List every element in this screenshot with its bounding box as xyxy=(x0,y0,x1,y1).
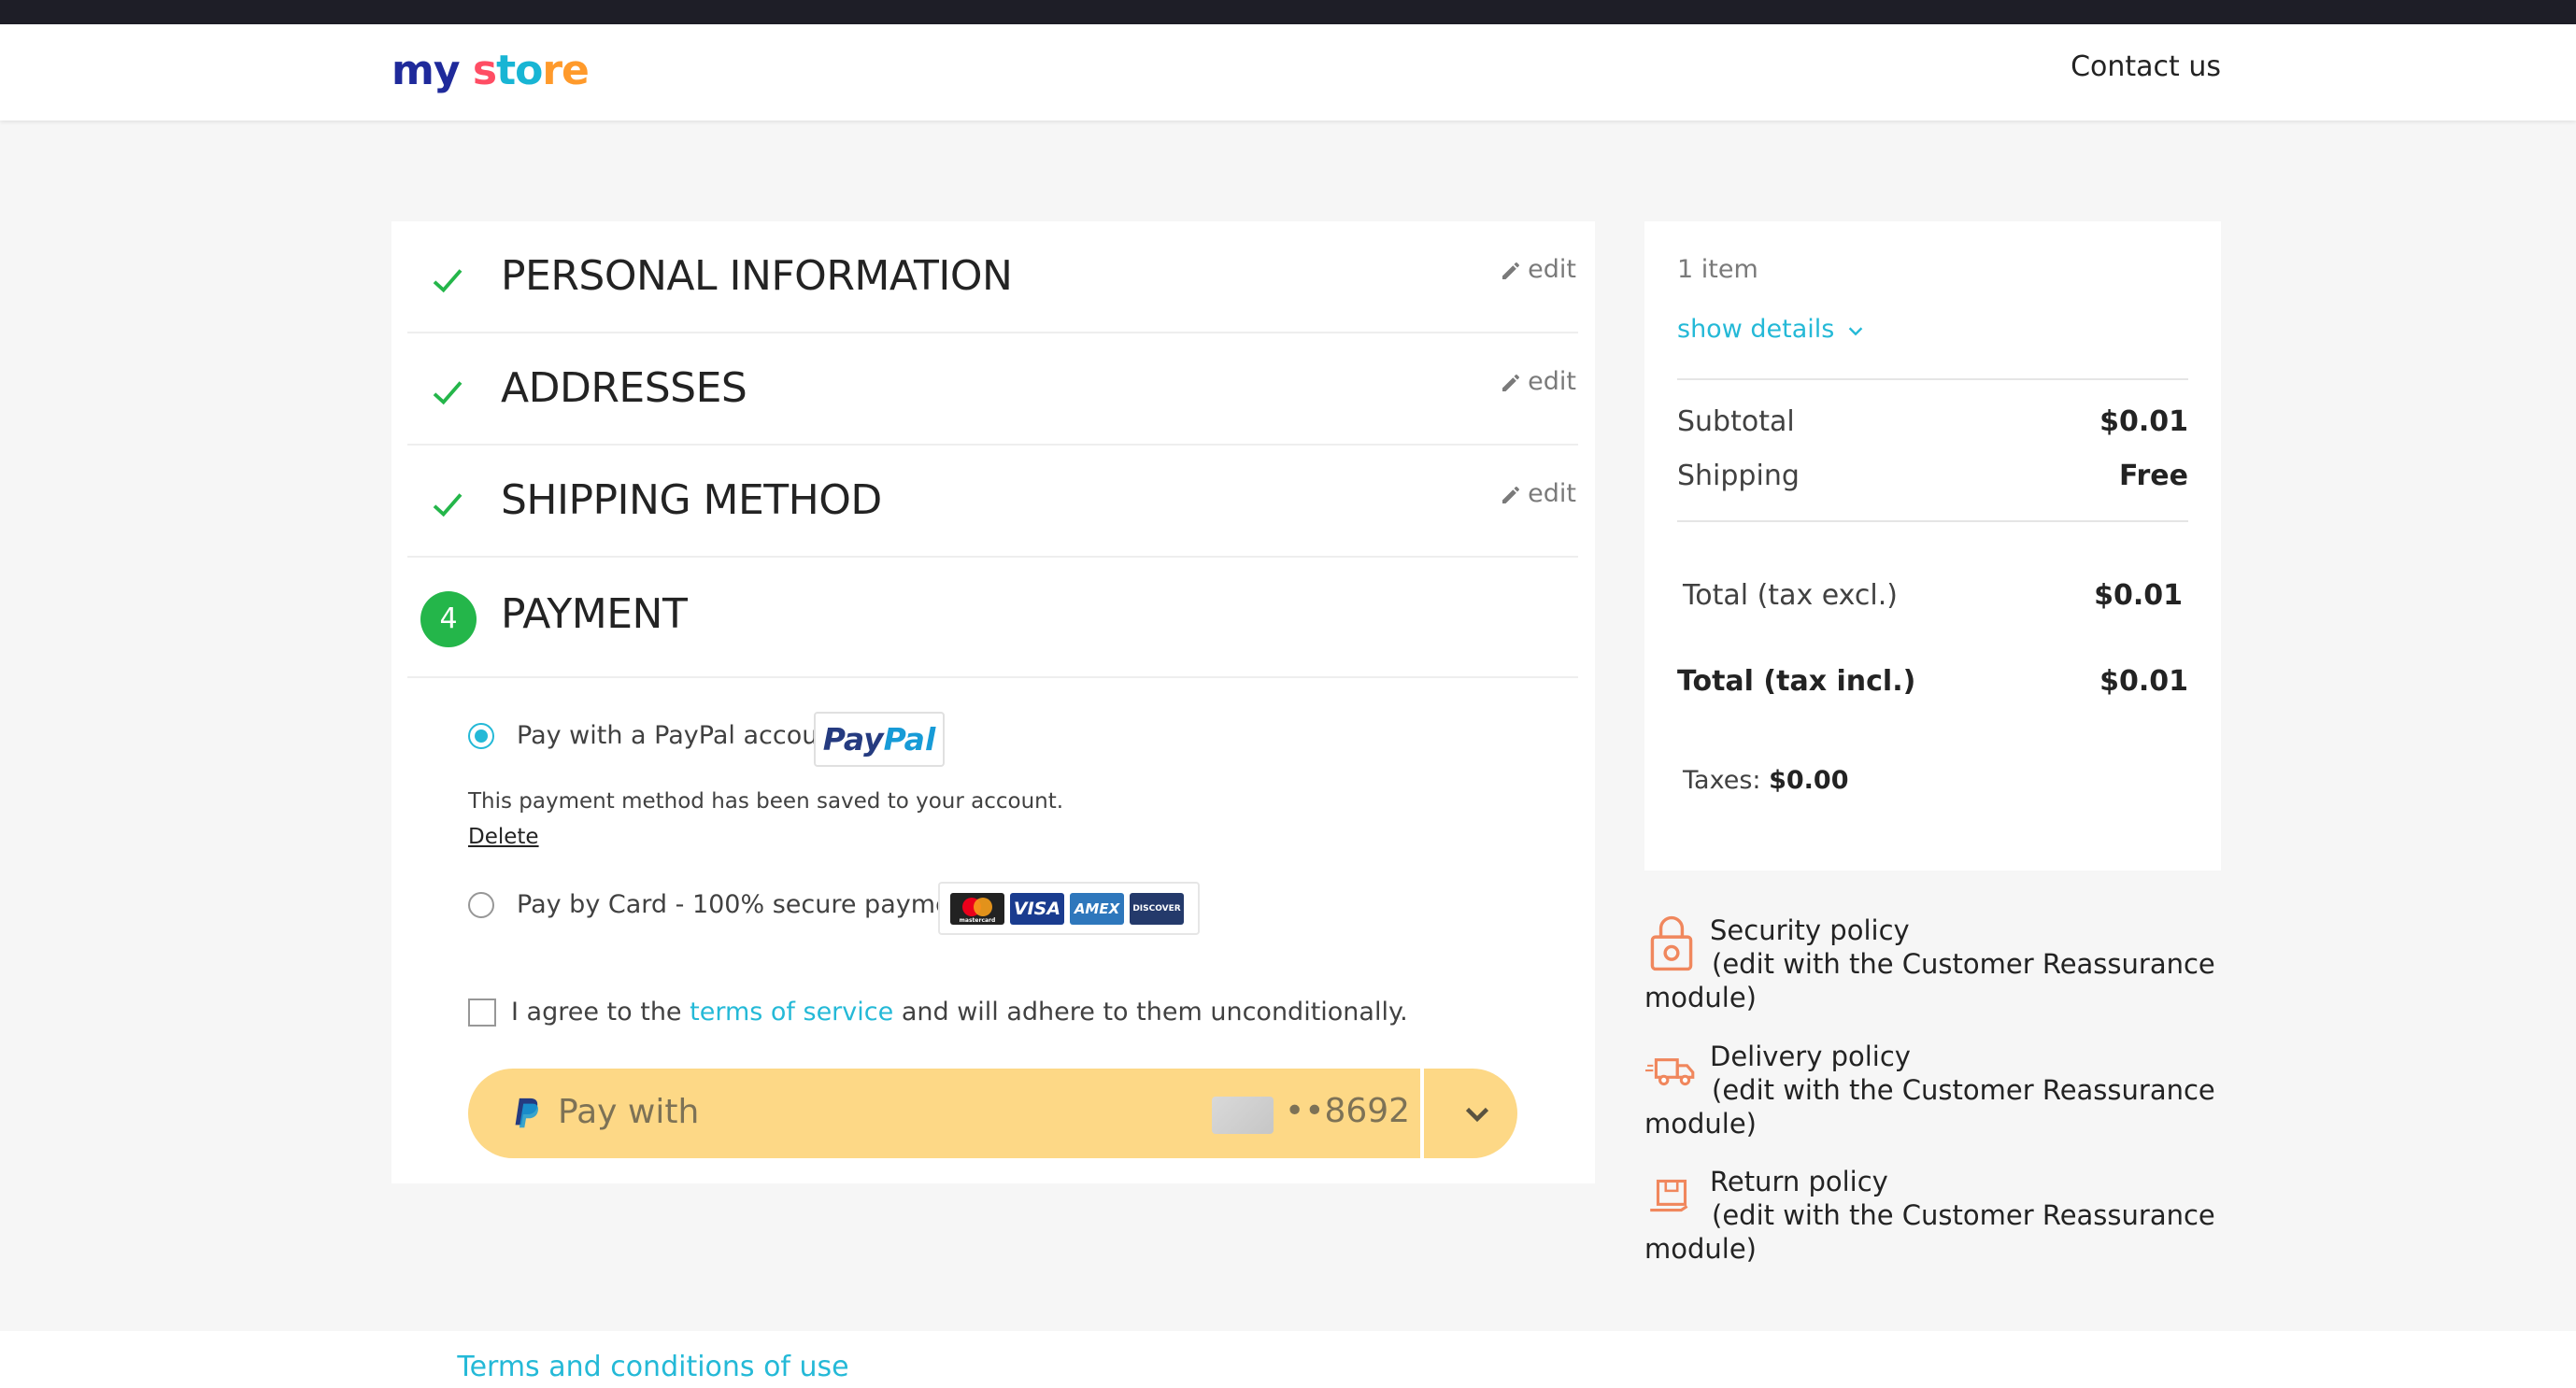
saved-method-note: This payment method has been saved to yo… xyxy=(468,789,1064,814)
show-details-toggle[interactable]: show details xyxy=(1677,315,1866,344)
edit-button[interactable]: edit xyxy=(1500,367,1576,396)
shipping-value: Free xyxy=(2118,460,2188,492)
card-last-digits: ••8692 xyxy=(1285,1092,1411,1130)
card-option-label[interactable]: Pay by Card - 100% secure payments xyxy=(517,890,989,919)
step-number-badge: 4 xyxy=(420,591,477,647)
paypal-option-label[interactable]: Pay with a PayPal account xyxy=(517,721,844,750)
terms-suffix: and will adhere to them unconditionally. xyxy=(893,998,1408,1027)
visa-icon: VISA xyxy=(1010,893,1064,925)
contact-us-link[interactable]: Contact us xyxy=(2071,50,2221,83)
truck-icon xyxy=(1645,1058,1695,1086)
terms-prefix: I agree to the xyxy=(511,998,690,1027)
reassurance-return: Return policy (edit with the Customer Re… xyxy=(1644,1165,2221,1266)
terms-and-conditions-link[interactable]: Terms and conditions of use xyxy=(457,1351,848,1383)
paypal-logo-text: Pal xyxy=(883,721,936,758)
logo-part: s xyxy=(472,47,497,94)
taxes-value: $0.00 xyxy=(1769,766,1849,795)
logo-part: my xyxy=(391,47,461,94)
step-title: PAYMENT xyxy=(501,590,688,638)
paypal-pay-button[interactable]: Pay with ••8692 xyxy=(468,1069,1517,1158)
check-icon xyxy=(433,381,463,405)
check-icon xyxy=(433,493,463,517)
site-header: my store Contact us xyxy=(0,24,2576,120)
reassurance-title: Return policy xyxy=(1710,1166,1888,1197)
taxes-label: Taxes: xyxy=(1683,766,1761,795)
card-brands: mastercard VISA AMEX DISCOVER xyxy=(938,882,1200,935)
reassurance-desc: (edit with the Customer Reassurance xyxy=(1712,948,2215,980)
pencil-icon xyxy=(1502,374,1520,391)
paypal-logo: PayPal xyxy=(814,712,945,767)
edit-label: edit xyxy=(1528,479,1576,508)
shipping-label: Shipping xyxy=(1677,460,1800,492)
paypal-account-radio[interactable] xyxy=(468,723,494,749)
check-icon xyxy=(433,269,463,293)
button-divider xyxy=(1420,1069,1424,1158)
pencil-icon xyxy=(1502,486,1520,503)
cart-summary: 1 item show details Subtotal $0.01 Shipp… xyxy=(1644,221,2221,871)
reassurance-desc-2: module) xyxy=(1644,1108,1757,1140)
site-footer: Terms and conditions of use xyxy=(0,1331,2576,1388)
reassurance-desc: (edit with the Customer Reassurance xyxy=(1712,1074,2215,1106)
reassurance-delivery: Delivery policy (edit with the Customer … xyxy=(1644,1040,2221,1140)
total-incl-value: $0.01 xyxy=(2099,665,2188,698)
reassurance-security: Security policy (edit with the Customer … xyxy=(1644,914,2221,1014)
chevron-down-icon[interactable] xyxy=(1460,1097,1494,1130)
step-title: PERSONAL INFORMATION xyxy=(501,252,1013,300)
reassurance-title: Delivery policy xyxy=(1710,1041,1911,1072)
checkout-steps: PERSONAL INFORMATION edit ADDRESSES edit… xyxy=(391,221,1595,1183)
item-count: 1 item xyxy=(1677,255,1758,284)
mastercard-text: mastercard xyxy=(960,917,996,924)
step-title: SHIPPING METHOD xyxy=(501,476,882,524)
paypal-icon xyxy=(515,1098,538,1128)
step-title: ADDRESSES xyxy=(501,364,747,412)
mastercard-icon: mastercard xyxy=(950,893,1004,925)
discover-icon: DISCOVER xyxy=(1130,893,1184,925)
reassurance-desc-2: module) xyxy=(1644,1233,1757,1265)
reassurance-title: Security policy xyxy=(1710,914,1910,946)
browser-top-bar xyxy=(0,0,2576,24)
terms-footer-wrap: Terms and conditions of use xyxy=(0,1351,2576,1383)
subtotal-value: $0.01 xyxy=(2099,405,2188,438)
total-excl-label: Total (tax excl.) xyxy=(1683,579,1898,612)
edit-label: edit xyxy=(1528,255,1576,284)
paypal-logo-text: Pay xyxy=(822,721,884,758)
chevron-down-icon xyxy=(1849,326,1863,335)
pencil-icon xyxy=(1502,262,1520,279)
total-incl-label: Total (tax incl.) xyxy=(1677,665,1916,698)
pay-with-label: Pay with xyxy=(558,1093,700,1131)
divider xyxy=(1677,520,2188,522)
logo-part: re xyxy=(542,47,590,94)
return-box-icon xyxy=(1650,1179,1688,1212)
credit-card-icon xyxy=(1212,1097,1274,1134)
store-logo[interactable]: my store xyxy=(391,47,590,94)
terms-checkbox[interactable] xyxy=(468,999,496,1027)
delete-link[interactable]: Delete xyxy=(468,825,539,849)
edit-button[interactable]: edit xyxy=(1500,255,1576,284)
card-payment-radio[interactable] xyxy=(468,892,494,918)
total-excl-value: $0.01 xyxy=(2094,579,2183,612)
show-details-label: show details xyxy=(1677,315,1835,344)
lock-icon xyxy=(1650,915,1693,971)
terms-agreement: I agree to the terms of service and will… xyxy=(511,998,1408,1027)
subtotal-label: Subtotal xyxy=(1677,405,1795,438)
edit-label: edit xyxy=(1528,367,1576,396)
edit-button[interactable]: edit xyxy=(1500,479,1576,508)
taxes-line: Taxes: $0.00 xyxy=(1683,766,1849,795)
step-addresses[interactable]: ADDRESSES edit xyxy=(407,333,1578,446)
step-payment: 4 PAYMENT xyxy=(407,558,1578,678)
reassurance-desc: (edit with the Customer Reassurance xyxy=(1712,1199,2215,1231)
reassurance-desc-2: module) xyxy=(1644,982,1757,1013)
terms-of-service-link[interactable]: terms of service xyxy=(690,998,893,1027)
step-personal-information[interactable]: PERSONAL INFORMATION edit xyxy=(407,221,1578,333)
divider xyxy=(1677,378,2188,380)
amex-icon: AMEX xyxy=(1070,893,1124,925)
step-shipping-method[interactable]: SHIPPING METHOD edit xyxy=(407,446,1578,558)
logo-part: to xyxy=(496,47,543,94)
